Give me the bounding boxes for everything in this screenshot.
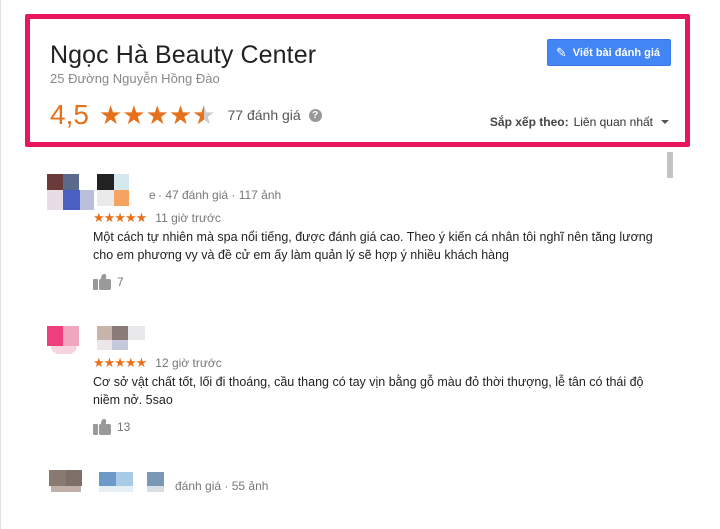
review-stars: ★★★★★	[93, 355, 147, 370]
rating-value: 4,5	[50, 99, 89, 130]
review-item: đánh giá · 55 ảnh	[47, 466, 647, 506]
review-text: Cơ sở vật chất tốt, lối đi thoáng, cầu t…	[93, 375, 644, 407]
review-rating: ★★★★★ 12 giờ trước	[93, 355, 222, 371]
help-icon[interactable]: ?	[308, 108, 322, 122]
review-item: ★★★★★ 12 giờ trước Cơ sở vật chất tốt, l…	[47, 322, 647, 442]
review-time: 11 giờ trước	[155, 211, 221, 225]
review-rating: ★★★★★ 11 giờ trước	[93, 210, 221, 226]
like-button[interactable]: 13	[93, 419, 130, 435]
reviewer-meta: · 47 đánh giá · 117 ảnh	[158, 188, 282, 202]
business-header: Ngọc Hà Beauty Center 25 Đường Nguyễn Hồ…	[25, 14, 690, 147]
half-star-icon: ★	[192, 101, 215, 129]
reviewer-name-fragment: e	[149, 188, 156, 202]
reviews-panel: Ngọc Hà Beauty Center 25 Đường Nguyễn Hồ…	[0, 0, 720, 529]
review-text: Một cách tự nhiên mà spa nổi tiếng, được…	[93, 230, 653, 262]
review-stars: ★★★★★	[93, 210, 147, 225]
star-icon: ★	[145, 100, 169, 130]
thumbs-up-icon	[93, 419, 111, 435]
like-count: 13	[117, 420, 131, 434]
like-count: 7	[117, 275, 124, 289]
review-time: 12 giờ trước	[155, 356, 222, 370]
chevron-down-icon	[661, 120, 669, 124]
like-button[interactable]: 7	[93, 274, 124, 290]
scrollbar-thumb[interactable]	[667, 152, 673, 178]
rating-summary: 4,5 ★ ★ ★ ★ ★ 77 đánh giá ?	[50, 97, 322, 133]
write-review-button[interactable]: ✎ Viết bài đánh giá	[546, 39, 671, 66]
write-review-label: Viết bài đánh giá	[572, 46, 660, 59]
sort-value: Liên quan nhất	[573, 115, 653, 129]
review-count[interactable]: 77 đánh giá	[228, 107, 301, 123]
star-icon: ★	[168, 100, 193, 130]
sort-control[interactable]: Sắp xếp theo: Liên quan nhất	[490, 115, 669, 129]
star-icon: ★	[98, 100, 123, 130]
thumbs-up-icon	[93, 274, 111, 290]
business-address: 25 Đường Nguyễn Hồng Đào	[50, 71, 220, 86]
star-icon: ★	[122, 100, 146, 130]
sort-label: Sắp xếp theo:	[489, 115, 569, 129]
review-item: e · 47 đánh giá · 117 ảnh ★★★★★ 11 giờ t…	[47, 172, 653, 302]
reviewer-meta: đánh giá · 55 ảnh	[175, 479, 269, 493]
rating-stars: ★ ★ ★ ★ ★	[99, 101, 216, 129]
pencil-icon: ✎	[555, 44, 567, 60]
business-name: Ngọc Hà Beauty Center	[50, 41, 317, 69]
